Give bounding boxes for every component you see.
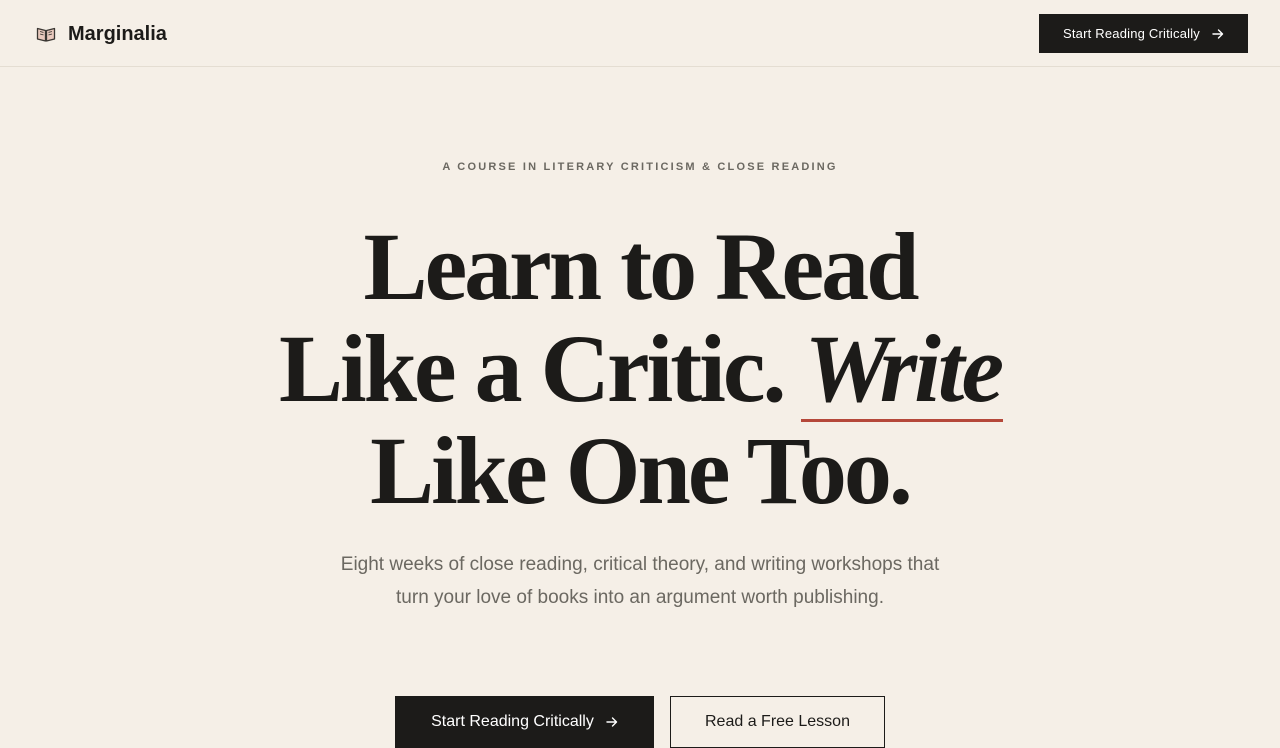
hero-subhead: Eight weeks of close reading, critical t… — [340, 554, 940, 608]
arrow-right-icon — [1212, 28, 1224, 40]
hero-cta-row: Start Reading Critically Read a Free Les… — [395, 696, 885, 748]
headline-line-1: Learn to Read — [363, 213, 920, 320]
brand-name: Marginalia — [68, 22, 167, 45]
headline-accent-text: Write — [804, 315, 1005, 422]
hero-headline: Learn to Read Like a Critic. Write Like … — [0, 216, 1280, 522]
free-lesson-button[interactable]: Read a Free Lesson — [670, 696, 885, 748]
accent-underline — [800, 419, 1004, 422]
start-reading-button[interactable]: Start Reading Critically — [395, 696, 654, 748]
secondary-cta-label: Read a Free Lesson — [705, 713, 850, 730]
arrow-right-icon — [606, 716, 618, 728]
headline-line-3: Like One Too. — [370, 417, 913, 524]
header-start-reading-button[interactable]: Start Reading Critically — [1039, 14, 1248, 53]
site-header: Marginalia Start Reading Critically — [0, 0, 1280, 67]
header-cta-label: Start Reading Critically — [1062, 26, 1200, 41]
headline-accent-word: Write — [800, 315, 1005, 422]
hero-eyebrow: A COURSE IN LITERARY CRITICISM & CLOSE R… — [442, 161, 838, 173]
brand[interactable]: Marginalia — [36, 22, 167, 46]
headline-line-2: Like a Critic. Write — [0, 315, 1280, 422]
headline-line-2-start: Like a Critic. — [278, 315, 787, 422]
open-book-icon — [36, 24, 56, 44]
primary-cta-label: Start Reading Critically — [431, 713, 594, 730]
